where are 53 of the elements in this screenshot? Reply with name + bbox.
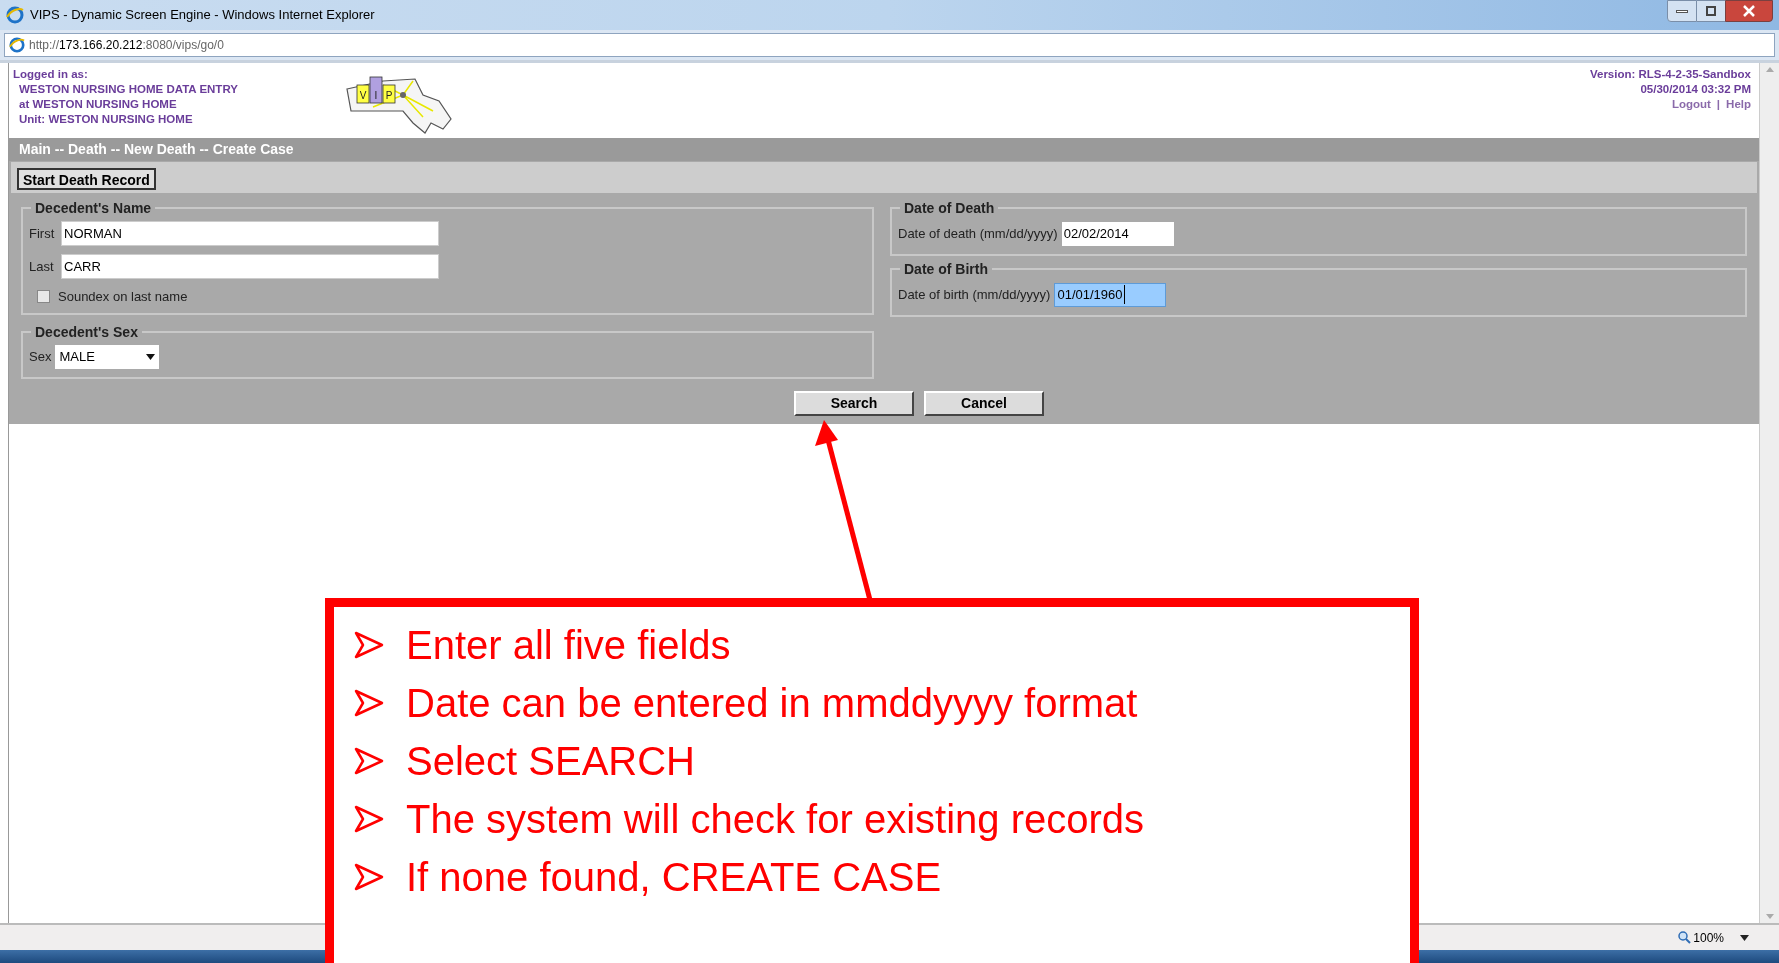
caret-icon [146, 354, 156, 360]
arrowhead-bullet-icon [354, 746, 384, 776]
breadcrumb-text: Main -- Death -- New Death -- Create Case [19, 140, 294, 159]
field-label: Last [29, 257, 55, 276]
restore-icon [1706, 6, 1716, 16]
minimize-button[interactable] [1667, 0, 1697, 22]
date-input[interactable]: 02/02/2014 [1061, 221, 1174, 246]
zoom-icon [1678, 931, 1692, 944]
arrowhead-bullet-icon [354, 862, 384, 892]
browser-icon [9, 37, 25, 53]
checkbox-label: Soundex on last name [58, 288, 188, 306]
close-icon [1743, 5, 1755, 17]
zoom-level-text: 100% [1693, 929, 1724, 947]
user-info-text: WESTON NURSING HOME DATA ENTRY [18, 82, 239, 97]
user-info-text: Unit: WESTON NURSING HOME [18, 112, 194, 127]
search-button[interactable]: Search [794, 391, 914, 416]
field-label: First [29, 224, 56, 243]
help-link[interactable]: Help [1726, 97, 1751, 112]
sex-dropdown[interactable]: MALE [55, 345, 160, 369]
instruction-text: Enter all five fields [406, 623, 731, 667]
scroll-down-icon [1765, 914, 1774, 919]
field-label: Date of birth (mm/dd/yyyy) [898, 285, 1051, 304]
arrowhead-bullet-icon [354, 630, 384, 660]
soundex-checkbox[interactable] [37, 290, 50, 304]
address-field[interactable]: http://173.166.20.212:8080/vips/go/0 [4, 33, 1775, 57]
instruction-text: Select SEARCH [406, 739, 695, 783]
user-info-text: at WESTON NURSING HOME [18, 97, 178, 112]
instruction-text: If none found, CREATE CASE [406, 855, 942, 899]
instruction-text: The system will check for existing records [406, 797, 1144, 841]
restore-button[interactable] [1697, 0, 1725, 22]
cancel-button[interactable]: Cancel [924, 391, 1044, 416]
name-input[interactable]: CARR [61, 254, 439, 279]
url-text: http://173.166.20.212:8080/vips/go/0 [29, 37, 224, 54]
scroll-up-icon [1765, 67, 1774, 72]
date-input[interactable]: 01/01/1960 [1054, 282, 1167, 307]
logged-in-label: Logged in as: [13, 67, 89, 82]
field-label: Sex [29, 348, 52, 367]
logout-link[interactable]: Logout [1671, 97, 1711, 112]
date-time-text: 05/30/2014 03:32 PM [1640, 82, 1751, 97]
browser-icon [6, 6, 24, 24]
version-text: Version: RLS-4-2-35-Sandbox [1589, 67, 1751, 82]
vertical-scrollbar[interactable] [1759, 63, 1779, 923]
close-button[interactable] [1725, 0, 1773, 22]
field-label: Date of death (mm/dd/yyyy) [898, 224, 1058, 243]
form-tab[interactable]: Start Death Record [17, 168, 156, 190]
link-separator: | [1716, 97, 1721, 112]
window-title: VIPS - Dynamic Screen Engine - Windows Internet Explorer [30, 6, 375, 25]
arrowhead-bullet-icon [354, 804, 384, 834]
caret-icon [1740, 934, 1749, 941]
minimize-icon [1676, 9, 1688, 13]
instruction-text: Date can be entered in mmddyyyy format [406, 681, 1138, 725]
arrowhead-bullet-icon [354, 688, 384, 718]
name-input[interactable]: NORMAN [61, 221, 439, 246]
